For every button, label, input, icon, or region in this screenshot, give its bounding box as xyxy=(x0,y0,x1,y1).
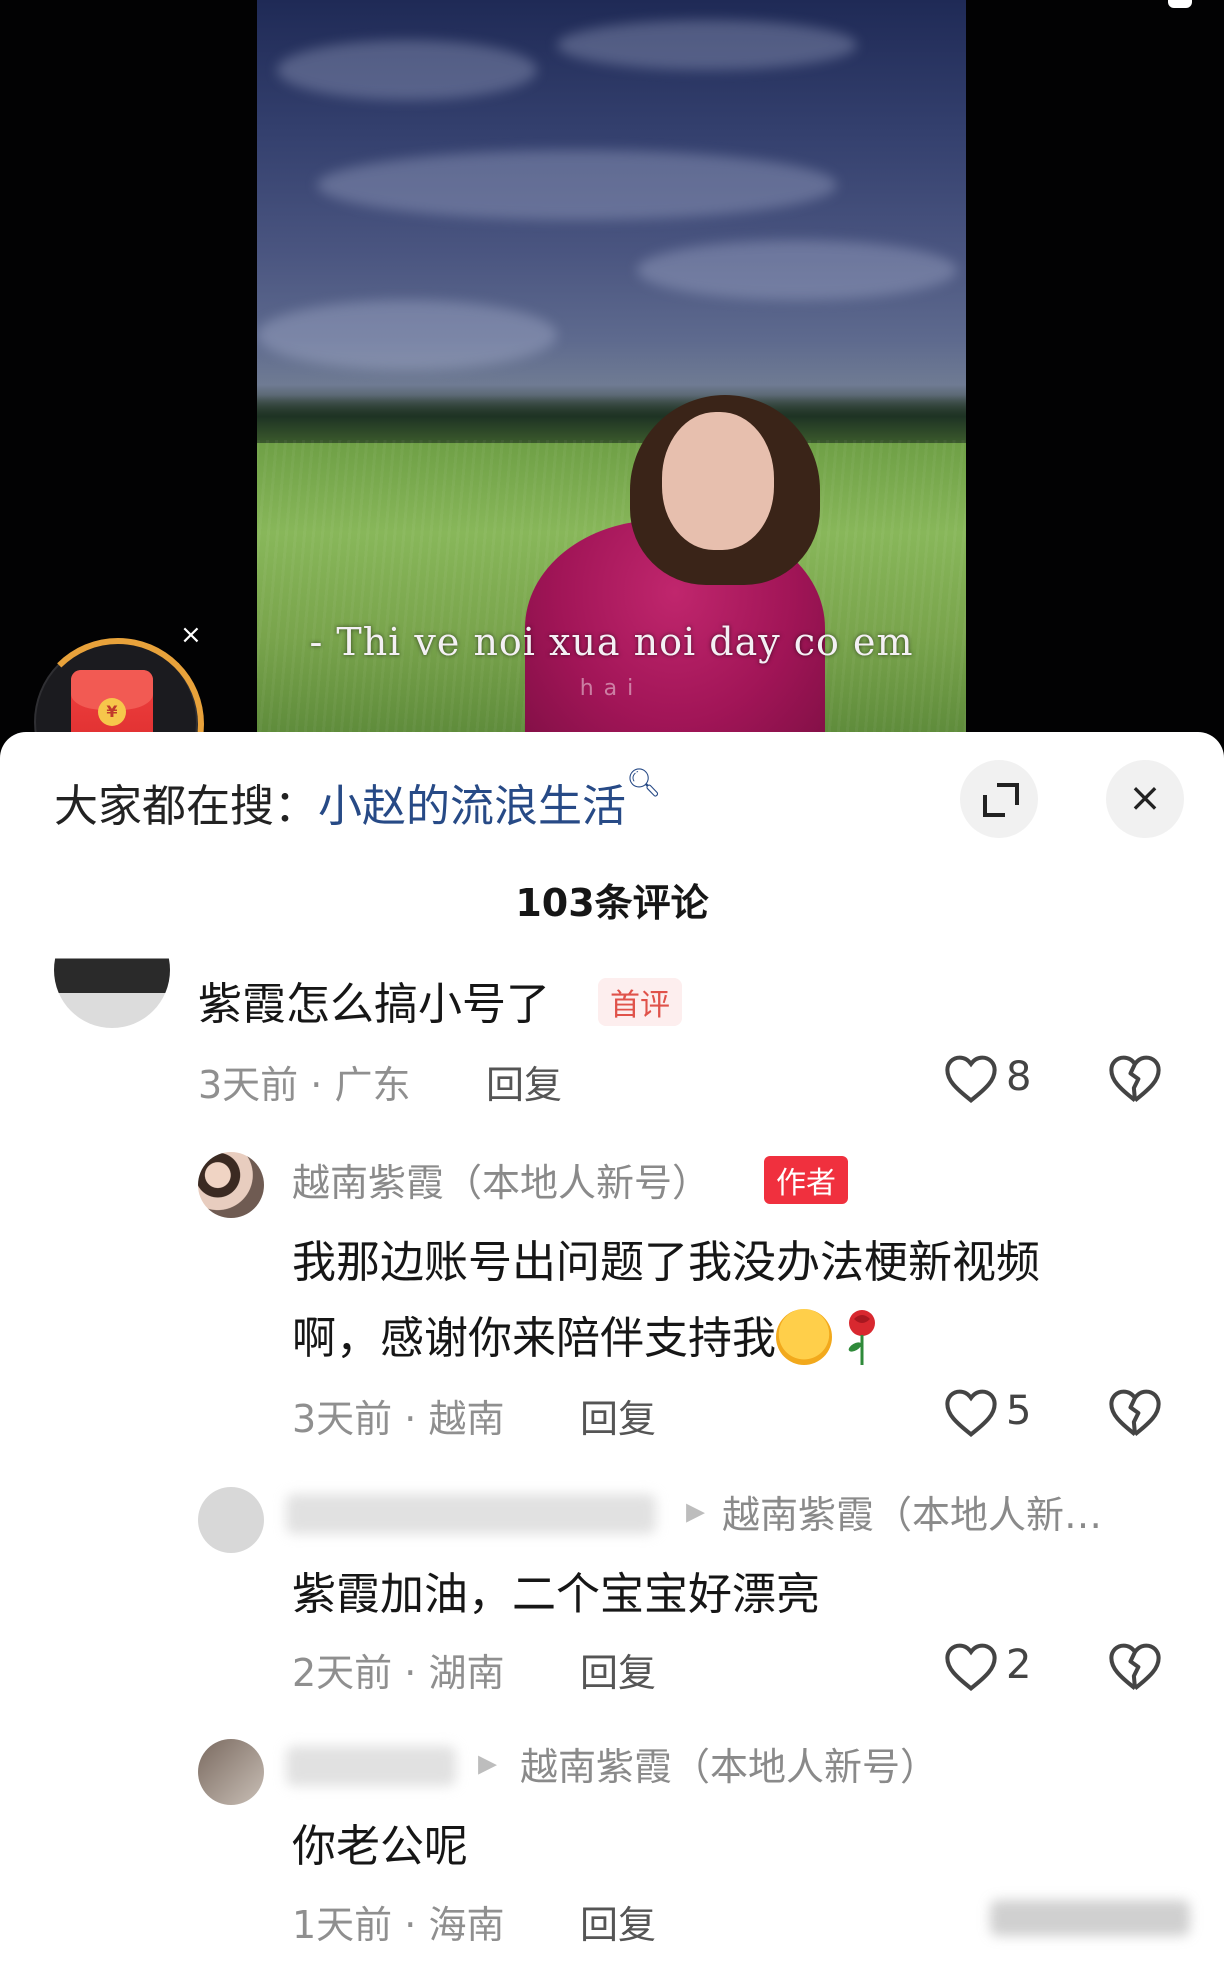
comment-location: 越南 xyxy=(428,1397,505,1441)
video-frame[interactable]: - Thi ve noi xua noi day co em hai xyxy=(257,0,966,740)
blurred-username xyxy=(286,1746,456,1786)
close-icon: × xyxy=(1128,775,1162,821)
comment-text: 我那边账号出问题了我没办法梗新视频 xyxy=(292,1237,1040,1288)
comment-text: 紫霞加油，二个宝宝好漂亮 xyxy=(292,1569,820,1620)
reply-to-username[interactable]: 越南紫霞（本地人新号） xyxy=(520,1736,938,1791)
person-face xyxy=(662,412,774,550)
username[interactable]: 越南紫霞（本地人新号） xyxy=(292,1152,710,1207)
like-button[interactable]: 8 xyxy=(944,1054,1084,1104)
avatar[interactable] xyxy=(198,1152,264,1218)
broken-heart-icon xyxy=(1109,1055,1161,1102)
expand-button[interactable] xyxy=(960,760,1038,838)
heart-icon xyxy=(945,1643,997,1691)
cloud xyxy=(637,240,957,300)
broken-heart-icon xyxy=(1109,1643,1161,1690)
reply-button[interactable]: 回复 xyxy=(580,1642,656,1697)
reply-button[interactable]: 回复 xyxy=(580,1388,656,1443)
author-badge: 作者 xyxy=(764,1156,848,1204)
like-button[interactable]: 2 xyxy=(944,1642,1084,1692)
comment-time: 1天前 xyxy=(292,1903,393,1947)
reply-to-username[interactable]: 越南紫霞（本地人新… xyxy=(722,1484,1102,1539)
comment-location: 湖南 xyxy=(428,1651,505,1695)
comment-meta: 3天前 · 越南 xyxy=(292,1388,504,1443)
expand-icon xyxy=(983,783,1019,817)
trending-search-prefix: 大家都在搜： xyxy=(54,781,318,832)
yuan-coin-icon: ¥ xyxy=(98,698,126,726)
status-indicator xyxy=(1168,0,1192,8)
watermark xyxy=(990,1900,1190,1936)
like-count: 8 xyxy=(1006,1054,1032,1100)
comment-text-line2-content: 啊，感谢你来陪伴支持我 xyxy=(292,1313,776,1364)
avatar[interactable] xyxy=(54,912,170,1028)
separator: · xyxy=(404,1651,417,1695)
avatar[interactable] xyxy=(198,1487,264,1553)
search-icon[interactable]: 🔍︎ xyxy=(626,766,662,799)
like-count: 2 xyxy=(1006,1642,1032,1688)
comment-meta: 3天前 · 广东 xyxy=(198,1054,410,1109)
reply-button[interactable]: 回复 xyxy=(486,1054,562,1109)
reply-button[interactable]: 回复 xyxy=(580,1894,656,1949)
comment-time: 2天前 xyxy=(292,1651,393,1695)
comment-text: 紫霞怎么搞小号了 xyxy=(198,979,550,1030)
hugging-face-icon xyxy=(776,1309,832,1365)
tree-line xyxy=(257,395,966,443)
separator: · xyxy=(404,1903,417,1947)
cloud xyxy=(557,20,857,70)
first-comment-badge: 首评 xyxy=(598,978,682,1026)
red-packet-close-icon[interactable]: × xyxy=(180,622,202,648)
trending-search[interactable]: 大家都在搜：小赵的流浪生活🔍︎ xyxy=(54,766,662,834)
like-button[interactable]: 5 xyxy=(944,1388,1084,1438)
broken-heart-icon xyxy=(1109,1389,1161,1436)
heart-icon xyxy=(945,1055,997,1103)
comment-location: 海南 xyxy=(428,1903,505,1947)
comment-meta: 1天前 · 海南 xyxy=(292,1894,504,1949)
trending-search-keyword[interactable]: 小赵的流浪生活 xyxy=(318,781,626,832)
dislike-button[interactable] xyxy=(1108,1388,1162,1438)
comment-meta: 2天前 · 湖南 xyxy=(292,1642,504,1697)
video-player[interactable]: - Thi ve noi xua noi day co em hai ¥ × xyxy=(0,0,1224,810)
like-count: 5 xyxy=(1006,1388,1032,1434)
comment-sheet: 大家都在搜：小赵的流浪生活🔍︎ × 103条评论 紫霞怎么搞小号了 首评 3天前… xyxy=(0,732,1224,1972)
comment-count-title: 103条评论 xyxy=(515,881,709,925)
comment-time: 3天前 xyxy=(292,1397,393,1441)
cloud xyxy=(277,40,537,100)
comment-location: 广东 xyxy=(334,1063,411,1107)
avatar[interactable] xyxy=(198,1739,264,1805)
cloud xyxy=(257,300,557,370)
blurred-username xyxy=(286,1494,656,1534)
cloud xyxy=(317,150,837,220)
separator: · xyxy=(310,1063,323,1107)
heart-icon xyxy=(945,1389,997,1437)
rose-icon xyxy=(842,1307,882,1367)
video-subtitle: - Thi ve noi xua noi day co em xyxy=(309,620,914,664)
video-subtitle-secondary: hai xyxy=(579,676,644,701)
dislike-button[interactable] xyxy=(1108,1054,1162,1104)
dislike-button[interactable] xyxy=(1108,1642,1162,1692)
reply-arrow-icon: ▸ xyxy=(686,1488,706,1532)
separator: · xyxy=(404,1397,417,1441)
close-comments-button[interactable]: × xyxy=(1106,760,1184,838)
comment-text-line2: 啊，感谢你来陪伴支持我 xyxy=(292,1302,882,1371)
comment-time: 3天前 xyxy=(198,1063,299,1107)
comment-text: 你老公呢 xyxy=(292,1821,468,1872)
reply-arrow-icon: ▸ xyxy=(478,1740,498,1784)
